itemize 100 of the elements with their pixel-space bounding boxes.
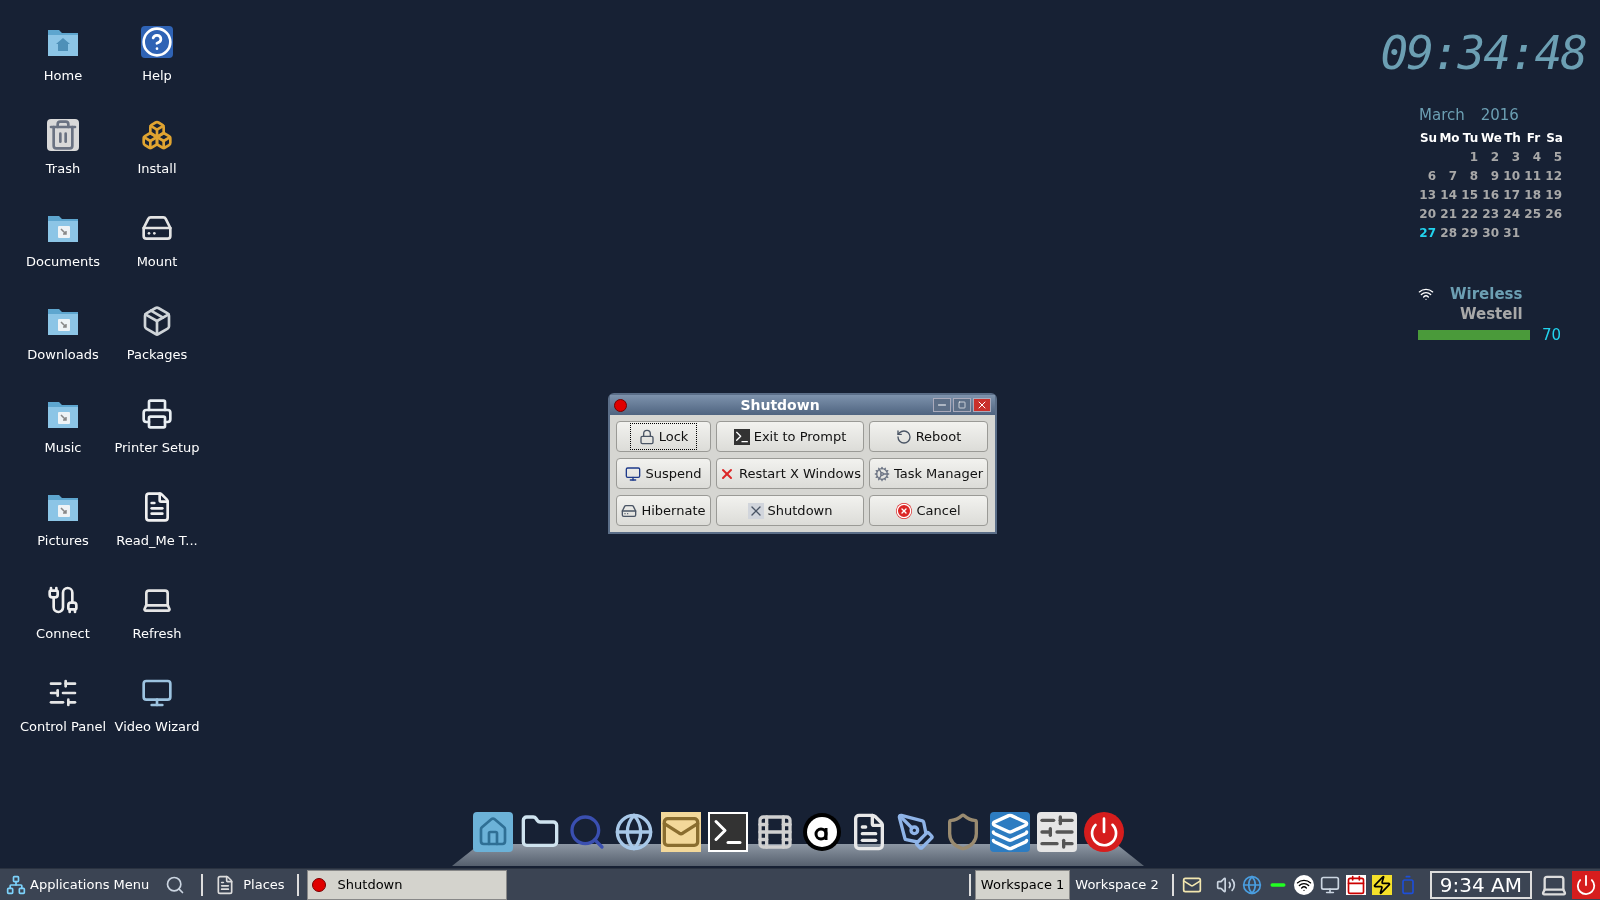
calendar-day: 5: [1544, 147, 1565, 167]
calendar-day: 18: [1523, 185, 1544, 205]
calendar-day: 23: [1481, 204, 1502, 224]
places-menu[interactable]: Places: [211, 869, 289, 900]
dialog-button[interactable]: Suspend: [616, 458, 711, 489]
calendar-day: 15: [1460, 185, 1481, 205]
desktop-icon-label[interactable]: Install: [137, 159, 177, 179]
calendar-day: 19: [1544, 185, 1565, 205]
volume-icon[interactable]: [1215, 874, 1236, 895]
weekday-label: Mo: [1439, 129, 1460, 147]
desktop-icon-label[interactable]: Help: [142, 66, 172, 86]
taskbar-clock[interactable]: 9:34 AM: [1429, 870, 1532, 899]
desktop-icon-label[interactable]: Downloads: [27, 345, 99, 365]
monitor-icon[interactable]: [1319, 874, 1340, 895]
desktop-icon-label[interactable]: Trash: [45, 159, 81, 179]
desktop-icon-label[interactable]: Video Wizard: [114, 717, 200, 737]
calendar-day: 24: [1502, 204, 1523, 224]
sliders-icon[interactable]: [1036, 812, 1077, 852]
dialog-button[interactable]: Hibernate: [616, 495, 711, 526]
monitor-icon: [141, 677, 173, 709]
calendar-year: 2016: [1480, 105, 1519, 126]
calendar-day: 28: [1439, 223, 1460, 243]
pen-icon[interactable]: [895, 812, 936, 852]
calendar-icon[interactable]: [1345, 874, 1366, 895]
dialog-button[interactable]: Exit to Prompt: [716, 421, 864, 452]
desktop-icon-label[interactable]: Pictures: [37, 531, 89, 551]
globe-icon[interactable]: [613, 812, 654, 852]
desktop-icon-label[interactable]: Packages: [126, 345, 188, 365]
dialog-button[interactable]: Reboot: [869, 421, 988, 452]
reboot-icon: [895, 428, 912, 445]
window-menu-icon[interactable]: [614, 398, 627, 412]
dialog-button[interactable]: Lock: [616, 421, 711, 452]
workspace-button[interactable]: Workspace 1: [974, 869, 1071, 900]
calendar-day: 6: [1418, 166, 1439, 186]
envelope-icon[interactable]: [660, 812, 701, 852]
dialog-button[interactable]: Cancel: [869, 495, 988, 526]
window-title: Shutdown: [739, 395, 821, 415]
desktop-icon-label[interactable]: Refresh: [132, 624, 182, 644]
wireless-icon[interactable]: [1293, 874, 1314, 895]
task-button[interactable]: Shutdown: [306, 869, 507, 900]
calendar-day: 16: [1481, 185, 1502, 205]
calendar-day: 12: [1544, 166, 1565, 186]
search-icon[interactable]: [165, 874, 186, 895]
network-name: Westell: [1459, 305, 1524, 324]
desktop-icon-label[interactable]: Read_Me T...: [116, 531, 198, 551]
cancel-icon: [896, 502, 913, 519]
calendar-day: 8: [1460, 166, 1481, 186]
desktop-icon-label[interactable]: Control Panel: [19, 717, 107, 737]
calendar-day: 22: [1460, 204, 1481, 224]
power-icon[interactable]: [1083, 812, 1124, 852]
power-icon[interactable]: [1572, 870, 1600, 899]
help-icon: [141, 26, 173, 58]
monitor-icon: [625, 465, 642, 482]
weekday-label: Fr: [1525, 129, 1542, 147]
dialog-button[interactable]: Restart X Windows: [716, 458, 864, 489]
desktop-icon-label[interactable]: Mount: [136, 252, 178, 272]
weekday-label: Tu: [1461, 129, 1480, 147]
desktop-icon-label[interactable]: Printer Setup: [114, 438, 200, 458]
calendar-day: 7: [1439, 166, 1460, 186]
calendar-day: 1: [1460, 147, 1481, 167]
lightning-icon[interactable]: [1371, 874, 1392, 895]
lock-icon: [638, 428, 655, 445]
calendar-day: 31: [1502, 223, 1523, 243]
calendar-month: March: [1419, 105, 1465, 126]
applications-menu[interactable]: Applications Menu: [0, 869, 158, 900]
desktop-icon-label[interactable]: Connect: [36, 624, 90, 644]
calendar-day: 11: [1523, 166, 1544, 186]
trash-icon: [47, 119, 79, 151]
wireless-label: Wireless: [1450, 283, 1523, 305]
calendar-day: 20: [1418, 204, 1439, 224]
calendar-day: 29: [1460, 223, 1481, 243]
calendar-day: 30: [1481, 223, 1502, 243]
digital-clock: 09:34:48: [1380, 30, 1587, 76]
terminal-icon[interactable]: [707, 812, 748, 852]
calendar-day: 2: [1481, 147, 1502, 167]
weekday-label: Su: [1418, 129, 1439, 147]
terminal-icon: [733, 428, 750, 445]
calendar-day: 9: [1481, 166, 1502, 186]
workspace-button[interactable]: Workspace 2: [1070, 869, 1164, 900]
calendar-day: 25: [1523, 204, 1544, 224]
close-icon[interactable]: [973, 398, 991, 412]
desktop-icon-label[interactable]: Home: [43, 66, 83, 86]
calendar-day: 10: [1502, 166, 1523, 186]
minimize-icon[interactable]: [933, 398, 951, 412]
calendar-day: 21: [1439, 204, 1460, 224]
weekday-label: Th: [1503, 129, 1522, 147]
record-icon: [311, 877, 326, 892]
circle-logo-icon[interactable]: [801, 812, 842, 852]
signal-reading: 70: [1542, 324, 1562, 346]
cross-icon: [747, 502, 764, 519]
desktop-icon-label[interactable]: Music: [44, 438, 82, 458]
desktop-icon-label[interactable]: Documents: [25, 252, 101, 272]
dialog-button[interactable]: Shutdown: [716, 495, 864, 526]
calendar-day: 13: [1418, 185, 1439, 205]
calendar-day: 26: [1544, 204, 1565, 224]
calendar-day: 17: [1502, 185, 1523, 205]
home-folder-icon[interactable]: [472, 812, 513, 852]
package-icon: [141, 305, 173, 337]
dialog-button[interactable]: Task Manager: [869, 458, 988, 489]
drive-icon: [621, 502, 638, 519]
